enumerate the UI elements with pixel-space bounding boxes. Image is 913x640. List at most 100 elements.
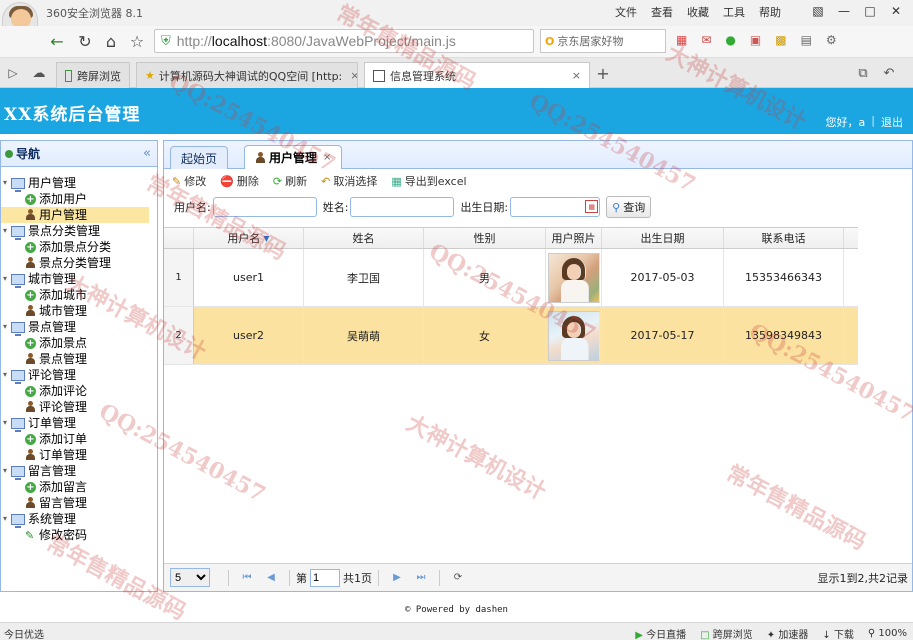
zoom-level[interactable]: ⚲ 100% bbox=[868, 628, 907, 639]
nav-group[interactable]: ▾ 景点分类管理 bbox=[1, 223, 157, 240]
address-bar[interactable]: ⛨ http://localhost:8080/JavaWebProject/m… bbox=[154, 29, 534, 53]
nav-item[interactable]: 评论管理 bbox=[1, 399, 157, 415]
reload-icon[interactable]: ⟳ bbox=[451, 572, 465, 583]
refresh-button[interactable]: ⟳ 刷新 bbox=[273, 173, 307, 189]
table-row[interactable]: 1 user1 李卫国 男 2017-05-03 15353466343 bbox=[164, 249, 858, 307]
first-page-icon[interactable]: ⏮ bbox=[240, 572, 254, 583]
last-page-icon[interactable]: ⏭ bbox=[414, 572, 428, 583]
expand-icon[interactable]: ▾ bbox=[1, 319, 9, 335]
crossscreen-button[interactable]: □ 跨屏浏览 bbox=[700, 626, 753, 640]
maximize-button[interactable]: □ bbox=[857, 0, 883, 22]
birthday-datebox[interactable]: ▦ bbox=[508, 197, 606, 217]
column-header-username[interactable]: 用户名 ▼ bbox=[194, 228, 304, 248]
cloud-icon[interactable]: ☁ bbox=[28, 62, 50, 84]
nav-item[interactable]: 景点管理 bbox=[1, 351, 157, 367]
page-number-input[interactable] bbox=[310, 568, 340, 587]
nav-item[interactable]: ✎ 修改密码 bbox=[1, 527, 157, 543]
browser-search-box[interactable]: O 京东居家好物 bbox=[540, 29, 666, 53]
statusbar-left[interactable]: 今日优选 bbox=[4, 626, 44, 640]
nav-item[interactable]: + 添加订单 bbox=[1, 431, 157, 447]
close-tab-icon[interactable]: × bbox=[342, 69, 357, 82]
menu-help[interactable]: 帮助 bbox=[759, 4, 781, 20]
home-icon[interactable]: ⌂ bbox=[100, 30, 122, 52]
translate-icon[interactable]: ▣ bbox=[750, 33, 761, 47]
export-excel-button[interactable]: ▦ 导出到excel bbox=[391, 173, 466, 189]
expand-icon[interactable]: ▾ bbox=[1, 271, 9, 287]
accelerator-button[interactable]: ✦ 加速器 bbox=[767, 626, 809, 640]
expand-icon[interactable]: ▾ bbox=[1, 175, 9, 191]
expand-icon[interactable]: ▾ bbox=[1, 415, 9, 431]
nav-item[interactable]: + 添加景点 bbox=[1, 335, 157, 351]
collapse-icon[interactable]: « bbox=[143, 146, 151, 161]
close-window-button[interactable]: ✕ bbox=[883, 0, 909, 22]
new-tab-button[interactable]: + bbox=[592, 62, 614, 84]
expand-icon[interactable]: ▾ bbox=[1, 511, 9, 527]
nav-item[interactable]: 城市管理 bbox=[1, 303, 157, 319]
back-arrow-icon[interactable]: ← bbox=[46, 30, 68, 52]
nav-item[interactable]: 留言管理 bbox=[1, 495, 157, 511]
shirt-icon[interactable]: ▧ bbox=[805, 0, 831, 22]
game-icon[interactable]: ▩ bbox=[775, 33, 786, 47]
nav-group[interactable]: ▾ 订单管理 bbox=[1, 415, 157, 432]
expand-icon[interactable]: ▾ bbox=[1, 367, 9, 383]
nav-group[interactable]: ▾ 用户管理 bbox=[1, 175, 157, 192]
settings-icon[interactable]: ⚙ bbox=[826, 33, 837, 47]
column-header-gender[interactable]: 性别 bbox=[424, 228, 546, 248]
table-row[interactable]: 2 user2 吴萌萌 女 2017-05-17 13598349843 bbox=[164, 307, 858, 365]
edit-button[interactable]: ✎ 修改 bbox=[172, 173, 206, 189]
browser-tab-info[interactable]: 信息管理系统 × bbox=[364, 62, 590, 88]
nav-group[interactable]: ▾ 评论管理 bbox=[1, 367, 157, 384]
menu-view[interactable]: 查看 bbox=[651, 4, 673, 20]
column-header-phone[interactable]: 联系电话 bbox=[724, 228, 844, 248]
nav-item[interactable]: 用户管理 bbox=[1, 207, 149, 223]
username-input[interactable] bbox=[212, 197, 317, 217]
column-header-birthday[interactable]: 出生日期 bbox=[602, 228, 724, 248]
browser-tab-crossscreen[interactable]: 跨屏浏览 bbox=[56, 62, 130, 88]
reload-icon[interactable]: ↻ bbox=[74, 30, 96, 52]
screenshot-icon[interactable]: ▤ bbox=[801, 33, 812, 47]
next-page-icon[interactable]: ▶ bbox=[390, 572, 404, 583]
tab-list-icon[interactable]: ⧉ bbox=[852, 62, 874, 84]
money-icon[interactable]: ● bbox=[725, 33, 735, 47]
nav-group[interactable]: ▾ 景点管理 bbox=[1, 319, 157, 336]
tab-user-management[interactable]: 用户管理 × bbox=[244, 145, 343, 169]
menu-file[interactable]: 文件 bbox=[615, 4, 637, 20]
expand-icon[interactable]: ▾ bbox=[1, 223, 9, 239]
delete-button[interactable]: ⛔ 删除 bbox=[220, 173, 259, 189]
browser-tab-qq[interactable]: ★ 计算机源码大神调试的QQ空间 [http: × bbox=[136, 62, 358, 88]
nav-item[interactable]: + 添加城市 bbox=[1, 287, 157, 303]
column-header-photo[interactable]: 用户照片 bbox=[546, 228, 602, 248]
name-input[interactable] bbox=[350, 197, 455, 217]
query-button[interactable]: ⚲ 查询 bbox=[606, 196, 652, 218]
close-tab-icon[interactable]: × bbox=[564, 69, 581, 82]
sidebar-toggle-icon[interactable]: ▷ bbox=[2, 62, 24, 84]
nav-item[interactable]: + 添加评论 bbox=[1, 383, 157, 399]
undo-icon[interactable]: ↶ bbox=[878, 62, 900, 84]
apps-icon[interactable]: ▦ bbox=[676, 33, 687, 47]
tab-home[interactable]: 起始页 bbox=[170, 146, 229, 169]
column-header-name[interactable]: 姓名 bbox=[304, 228, 424, 248]
nav-item[interactable]: + 添加景点分类 bbox=[1, 239, 157, 255]
computer-icon bbox=[11, 369, 25, 384]
mail-icon[interactable]: ✉ bbox=[701, 33, 711, 47]
nav-item[interactable]: 景点分类管理 bbox=[1, 255, 157, 271]
cancel-select-button[interactable]: ↶ 取消选择 bbox=[321, 173, 377, 189]
minimize-button[interactable]: — bbox=[831, 0, 857, 22]
nav-item[interactable]: + 添加留言 bbox=[1, 479, 157, 495]
nav-group[interactable]: ▾ 城市管理 bbox=[1, 271, 157, 288]
nav-group[interactable]: ▾ 留言管理 bbox=[1, 463, 157, 480]
close-tab-icon[interactable]: × bbox=[323, 152, 331, 163]
nav-item[interactable]: 订单管理 bbox=[1, 447, 157, 463]
prev-page-icon[interactable]: ◀ bbox=[264, 572, 278, 583]
page-size-select[interactable]: 5 bbox=[170, 568, 210, 587]
nav-group[interactable]: ▾ 系统管理 bbox=[1, 511, 157, 528]
nav-item[interactable]: + 添加用户 bbox=[1, 191, 157, 207]
expand-icon[interactable]: ▾ bbox=[1, 463, 9, 479]
live-button[interactable]: ▶ 今日直播 bbox=[635, 626, 686, 640]
download-button[interactable]: ↓ 下载 bbox=[822, 626, 854, 640]
calendar-icon[interactable]: ▦ bbox=[585, 200, 599, 213]
menu-favorites[interactable]: 收藏 bbox=[687, 4, 709, 20]
star-icon[interactable]: ☆ bbox=[126, 30, 148, 52]
logout-link[interactable]: 退出 bbox=[881, 114, 903, 130]
menu-tools[interactable]: 工具 bbox=[723, 4, 745, 20]
